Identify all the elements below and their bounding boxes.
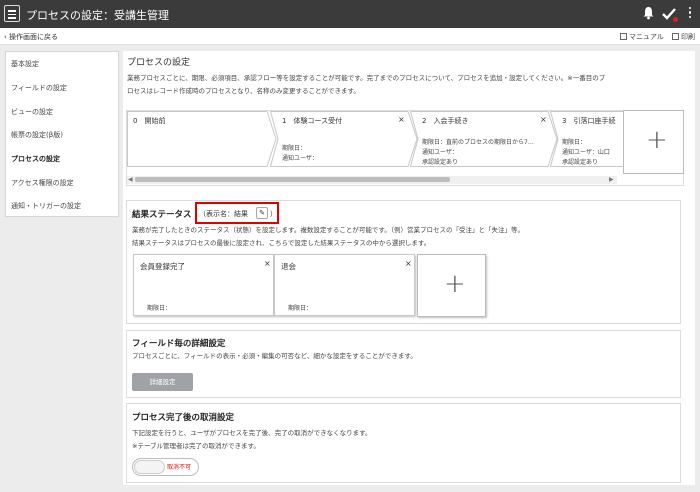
add-process-button[interactable]: + (623, 110, 684, 174)
process-flow-track: 0 開始前 1 体験コース受付 × 期限日： 通知ユーザ： 2 入会手続き × … (127, 111, 623, 168)
process-card-notify: 通知ユーザ： (422, 149, 458, 156)
add-result-button[interactable]: + (417, 254, 486, 317)
process-card-title: 1 体験コース受付 (282, 117, 343, 125)
back-link[interactable]: ‹ 操作画面に戻る (4, 32, 58, 42)
process-card-due: 期限日： (282, 145, 307, 152)
result-status-title: 結果ステータス (132, 210, 192, 220)
result-card-member[interactable]: 会員登録完了 × 期限日： (133, 254, 274, 316)
process-card-2[interactable]: 2 入会手続き × 期限日：直前のプロセスの期限日から7… 通知ユーザ： 承認設… (410, 111, 558, 167)
plus-icon: + (444, 269, 466, 299)
close-icon[interactable]: × (405, 259, 412, 268)
scroll-thumb[interactable] (135, 177, 450, 182)
plus-icon: + (646, 125, 668, 155)
notification-dot (673, 17, 678, 22)
process-section-title: プロセスの設定 (127, 58, 191, 68)
cancel-toggle[interactable]: 取消不可 (132, 458, 199, 476)
sidebar-item-basic[interactable]: 基本設定 (11, 59, 39, 69)
process-card-title: 3 引落口座手続 (562, 117, 616, 125)
sidebar-item-forms[interactable]: 帳票の設定(β版) (11, 130, 63, 140)
cancel-description-line2: ※テーブル管理者は完了の取消ができます。 (132, 442, 260, 450)
settings-sidebar: 基本設定 フィールドの設定 ビューの設定 帳票の設定(β版) プロセスの設定 ア… (5, 51, 119, 217)
result-description-line1: 業務が完了したときのステータス（状態）を設定します。複数設定することが可能です。… (132, 226, 524, 234)
sidebar-item-process[interactable]: プロセスの設定 (11, 154, 60, 164)
menu-icon[interactable] (4, 5, 20, 22)
print-link[interactable]: 印刷 (672, 32, 695, 42)
process-card-3[interactable]: 3 引落口座手続 期限日： 通知ユーザ：山口 承認設定あり (550, 111, 623, 167)
process-card-approval: 承認設定あり (422, 159, 459, 166)
process-card-due: 期限日：直前のプロセスの期限日から7… (422, 139, 534, 146)
print-icon (672, 33, 679, 40)
field-settings-title: フィールド毎の詳細設定 (132, 339, 226, 349)
process-scrollbar[interactable]: ◀ ▶ (127, 176, 617, 184)
process-description-line2: ロセスはレコード作成時のプロセスとなり、名称のみ変更することができます。 (127, 87, 360, 95)
process-card-approval: 承認設定あり (562, 159, 599, 166)
sidebar-item-notifications[interactable]: 通知・トリガーの設定 (11, 201, 81, 211)
detail-settings-button[interactable]: 詳細設定 (132, 373, 193, 391)
result-card-title: 会員登録完了 (140, 262, 185, 271)
page-title: プロセスの設定：受講生管理 (26, 9, 169, 22)
manual-link[interactable]: マニュアル (620, 32, 664, 42)
close-icon[interactable]: × (540, 115, 547, 124)
sidebar-item-views[interactable]: ビューの設定 (11, 107, 53, 117)
process-card-notify: 通知ユーザ：山口 (562, 149, 610, 156)
sidebar-item-fields[interactable]: フィールドの設定 (11, 83, 67, 93)
result-card-due: 期限日： (288, 305, 313, 312)
process-card-due: 期限日： (562, 139, 587, 146)
toolbar: ‹ 操作画面に戻る マニュアル 印刷 (0, 28, 700, 45)
result-card-leave[interactable]: 退会 × 期限日： (274, 254, 415, 316)
toggle-knob (134, 460, 165, 474)
book-icon (620, 33, 627, 40)
close-icon[interactable]: × (264, 259, 271, 268)
process-card-title: 0 開始前 (133, 117, 166, 125)
process-description-line1: 業務プロセスごとに、期限、必須項目、承認フロー等を設定することが可能です。完了ま… (127, 74, 606, 82)
display-name-label: （表示名：結果 (199, 210, 248, 218)
sidebar-item-access[interactable]: アクセス権限の設定 (11, 178, 74, 188)
pencil-icon[interactable]: ✎ (256, 207, 268, 219)
result-description-line2: 結果ステータスはプロセスの最後に設定され、こちらで設定した結果ステータスの中から… (132, 239, 431, 247)
process-card-1[interactable]: 1 体験コース受付 × 期限日： 通知ユーザ： (270, 111, 418, 167)
scroll-left-icon[interactable]: ◀ (128, 176, 133, 183)
result-card-title: 退会 (281, 262, 296, 271)
process-card-title: 2 入会手続き (422, 117, 469, 125)
toggle-label: 取消不可 (167, 464, 192, 471)
cancel-settings-title: プロセス完了後の取消設定 (132, 413, 235, 423)
process-card-notify: 通知ユーザ： (282, 155, 318, 162)
bell-icon[interactable] (642, 6, 655, 20)
app-header: プロセスの設定：受講生管理 (0, 0, 700, 28)
field-settings-description: プロセスごとに、フィールドの表示・必須・編集の可否など、細かな設定をすることがで… (132, 352, 417, 360)
display-name-close: ） (270, 210, 277, 218)
result-card-due: 期限日： (147, 305, 172, 312)
cancel-description-line1: 下記設定を行うと、ユーザがプロセスを完了後、完了の取消ができなくなります。 (132, 429, 372, 437)
scroll-right-icon[interactable]: ▶ (609, 176, 614, 183)
more-menu-icon[interactable] (688, 7, 692, 21)
close-icon[interactable]: × (398, 115, 405, 124)
process-card-0[interactable]: 0 開始前 (127, 111, 277, 167)
